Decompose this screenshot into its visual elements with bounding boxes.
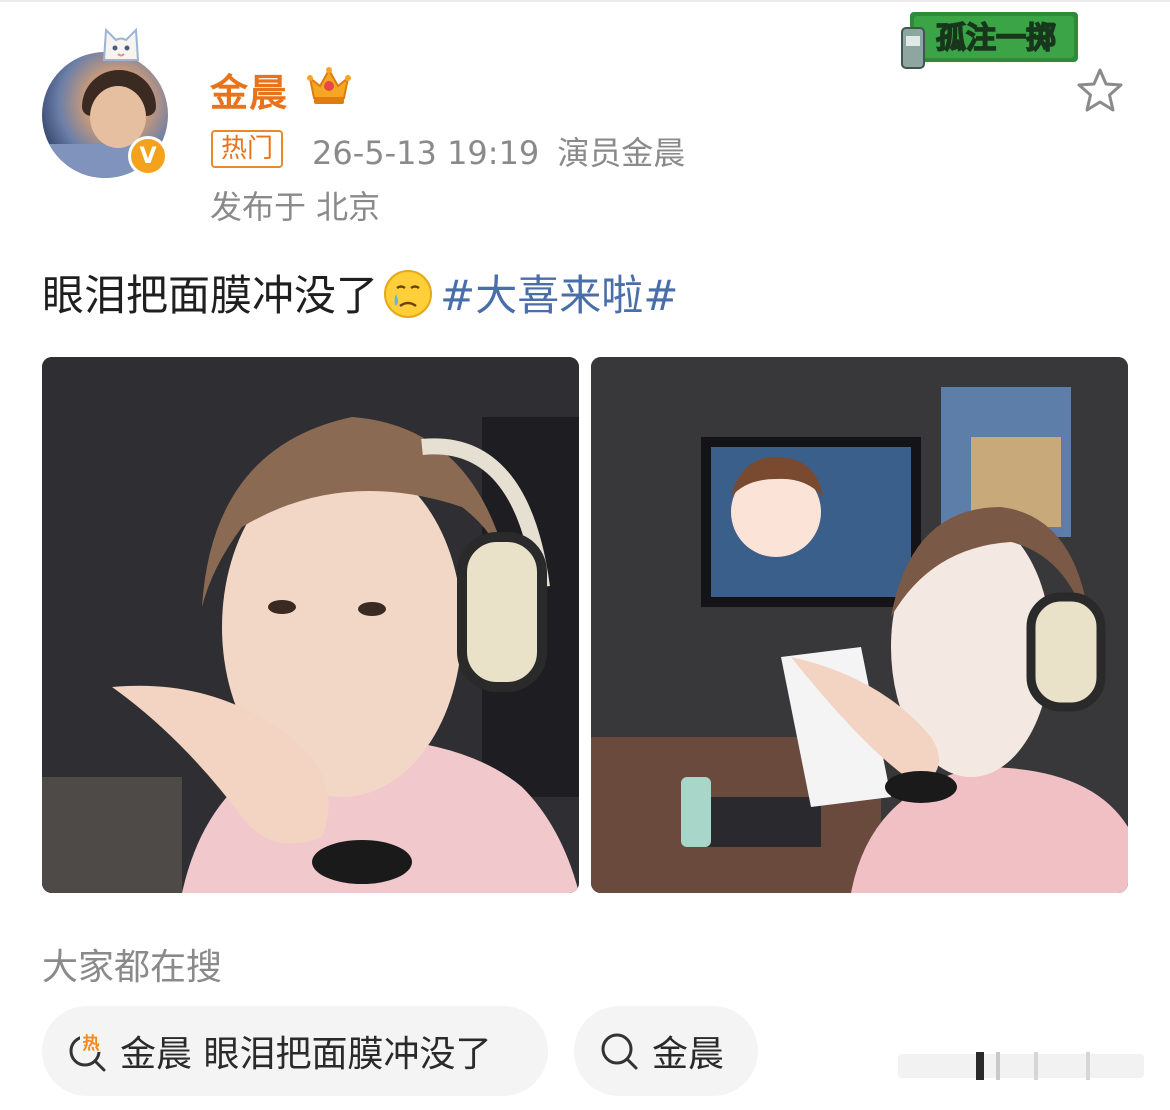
post-photo-2[interactable] (591, 357, 1128, 893)
top-divider (0, 0, 1170, 2)
search-icon (601, 1033, 638, 1070)
logo-text: 孤注一掷 (936, 21, 1056, 56)
post-meta: 26-5-13 19:19 演员金晨 (312, 128, 703, 174)
crying-emoji-icon (384, 270, 433, 318)
hot-search-icon: 热 (69, 1032, 106, 1072)
hashtag-link[interactable]: #大喜来啦# (440, 271, 678, 320)
movie-logo-sticker: 孤注一掷 (901, 12, 1078, 69)
post-photo-1[interactable] (42, 357, 579, 893)
post-body: 眼泪把面膜冲没了 (42, 271, 379, 320)
watermark-graphic (898, 1052, 1144, 1080)
search-chip-2[interactable]: 金晨 (574, 1006, 758, 1096)
hot-tag: 热门 (211, 130, 284, 168)
post-location: 发布于 北京 (210, 188, 381, 226)
author-name[interactable]: 金晨 (210, 62, 288, 117)
search-chip-1[interactable]: 热 金晨 眼泪把面膜冲没了 (42, 1006, 548, 1096)
trending-search-title: 大家都在搜 (42, 947, 223, 988)
photo-1-illustration (42, 357, 579, 893)
post-time: 26-5-13 19:19 (312, 134, 540, 172)
post-source[interactable]: 演员金晨 (557, 134, 685, 172)
crown-icon[interactable] (306, 64, 352, 106)
svg-text:热: 热 (83, 1033, 100, 1054)
photo-2-illustration (591, 357, 1128, 893)
search-chip-1-label: 金晨 眼泪把面膜冲没了 (120, 1034, 492, 1075)
favorite-star-icon[interactable] (1074, 66, 1126, 116)
post-text: 眼泪把面膜冲没了 #大喜来啦# (42, 262, 678, 323)
verified-badge-icon: V (128, 136, 168, 176)
search-chip-2-label: 金晨 (652, 1034, 725, 1075)
cat-ears-icon (102, 27, 140, 61)
